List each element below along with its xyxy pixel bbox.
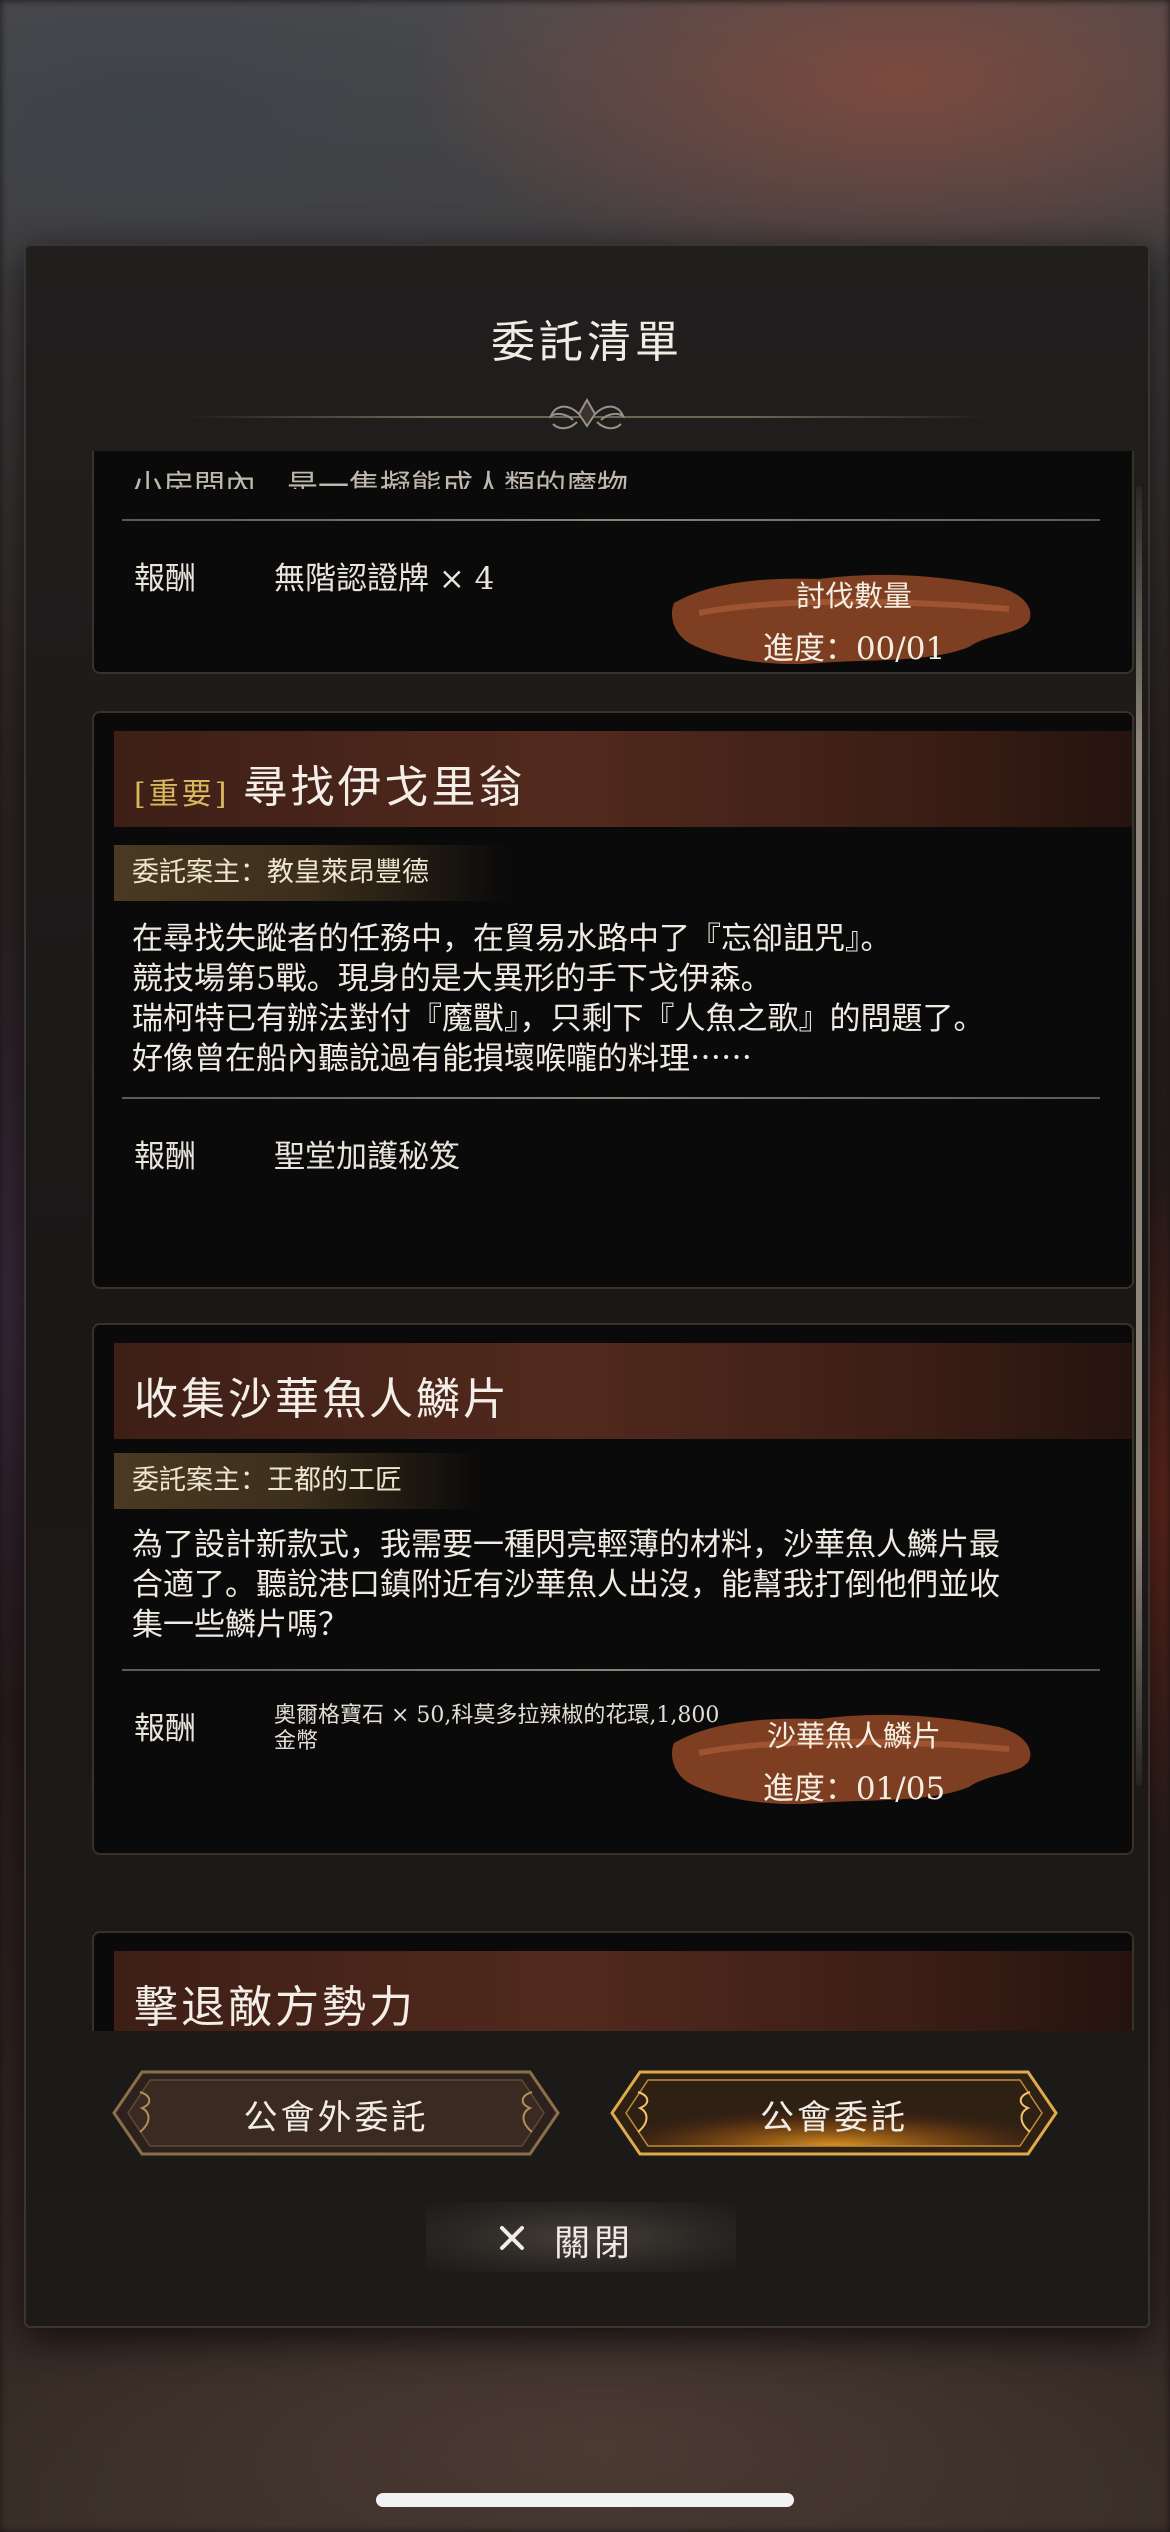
quest-progress: 討伐數量 進度：00/01 xyxy=(669,553,1039,683)
quest-description: 為了設計新款式，我需要一種閃亮輕薄的材料，沙華魚人鱗片最 合適了。聽說港口鎮附近… xyxy=(132,1525,1102,1645)
progress-count: 進度：01/05 xyxy=(669,1763,1039,1808)
scrollbar[interactable] xyxy=(1136,486,1142,1786)
quest-progress: 沙華魚人鱗片 進度：01/05 xyxy=(669,1693,1039,1823)
progress-count: 進度：00/01 xyxy=(669,623,1039,668)
quest-title-text: 尋找伊戈里翁 xyxy=(243,762,526,813)
quest-card[interactable]: [重要] 尋找伊戈里翁 委託案主：教皇萊昂豐德 在尋找失蹤者的任務中，在貿易水路中… xyxy=(92,711,1134,1289)
reward-label: 報酬 xyxy=(134,1139,196,1175)
home-indicator[interactable] xyxy=(376,2493,794,2507)
quest-title: 收集沙華魚人鱗片 xyxy=(134,1374,510,1425)
quest-description: 在尋找失蹤者的任務中，在貿易水路中了『忘卻詛咒』。 競技場第5戰。現身的是大異形… xyxy=(132,919,1102,1079)
reward-value: 聖堂加護秘笈 xyxy=(274,1139,460,1175)
tab-label: 公會外委託 xyxy=(243,2098,429,2138)
quest-title: [重要] 尋找伊戈里翁 xyxy=(134,751,525,815)
divider xyxy=(122,1669,1100,1671)
close-label: 關閉 xyxy=(554,2223,635,2264)
modal-title: 委託清單 xyxy=(491,317,683,368)
quest-card[interactable]: 收集沙華魚人鱗片 委託案主：王都的工匠 為了設計新款式，我需要一種閃亮輕薄的材料… xyxy=(92,1323,1134,1855)
quest-description-line: 競技場第5戰。現身的是大異形的手下戈伊森。 xyxy=(132,961,772,997)
quest-description-line: 瑞柯特已有辦法對付『魔獸』，只剩下『人魚之歌』的問題了。 xyxy=(132,1001,985,1037)
reward-value: 無階認證牌 × 4 xyxy=(274,561,495,597)
progress-value: 00/01 xyxy=(855,631,946,667)
quest-client: 委託案主：王都的工匠 xyxy=(114,1453,482,1509)
tab-outside-guild-requests[interactable]: 公會外委託 xyxy=(112,2070,560,2156)
quest-description-line: 為了設計新款式，我需要一種閃亮輕薄的材料，沙華魚人鱗片最 xyxy=(132,1527,1000,1563)
quest-header: 收集沙華魚人鱗片 xyxy=(114,1343,1132,1439)
tab-guild-requests[interactable]: 公會委託 xyxy=(610,2070,1058,2156)
reward-label: 報酬 xyxy=(134,1711,196,1747)
quest-description-line: 集一些鱗片嗎？ xyxy=(132,1607,349,1643)
tab-label: 公會委託 xyxy=(760,2098,908,2138)
quest-header: [重要] 尋找伊戈里翁 xyxy=(114,731,1132,827)
quest-title: 擊退敵方勢力 xyxy=(134,1982,416,2031)
progress-name: 討伐數量 xyxy=(795,579,912,613)
progress-label: 進度： xyxy=(762,631,856,667)
progress-name: 沙華魚人鱗片 xyxy=(766,1719,941,1753)
quest-list-modal: 委託清單 小房間內，是一隻擬態成人類的魔物。 報酬 無階認證牌 × 4 討伐數量… xyxy=(24,244,1150,2328)
quest-description: 小房間內，是一隻擬態成人類的魔物。 xyxy=(132,467,1102,489)
quest-header: 擊退敵方勢力 xyxy=(114,1951,1132,2031)
quest-description-line: 在尋找失蹤者的任務中，在貿易水路中了『忘卻詛咒』。 xyxy=(132,921,892,957)
close-button[interactable]: 關閉 xyxy=(426,2202,736,2272)
quest-description-line: 好像曾在船內聽說過有能損壞喉嚨的料理⋯⋯ xyxy=(132,1041,752,1077)
close-icon xyxy=(500,2226,524,2250)
important-tag: [重要] xyxy=(134,776,230,812)
quest-card[interactable]: 小房間內，是一隻擬態成人類的魔物。 報酬 無階認證牌 × 4 討伐數量 進度：0… xyxy=(92,451,1134,674)
divider xyxy=(122,1097,1100,1099)
divider xyxy=(122,519,1100,521)
ornament-icon xyxy=(548,397,626,430)
quest-client: 委託案主：教皇萊昂豐德 xyxy=(114,845,509,901)
quest-description-line: 合適了。聽說港口鎮附近有沙華魚人出沒，能幫我打倒他們並收 xyxy=(132,1567,1000,1603)
quest-description-line: 小房間內，是一隻擬態成人類的魔物。 xyxy=(132,469,659,489)
progress-value: 01/05 xyxy=(855,1771,946,1807)
progress-label: 進度： xyxy=(762,1771,856,1807)
quest-card[interactable]: 擊退敵方勢力 xyxy=(92,1931,1134,2031)
quest-scroll-area[interactable]: 小房間內，是一隻擬態成人類的魔物。 報酬 無階認證牌 × 4 討伐數量 進度：0… xyxy=(66,451,1146,2031)
reward-label: 報酬 xyxy=(134,561,196,597)
